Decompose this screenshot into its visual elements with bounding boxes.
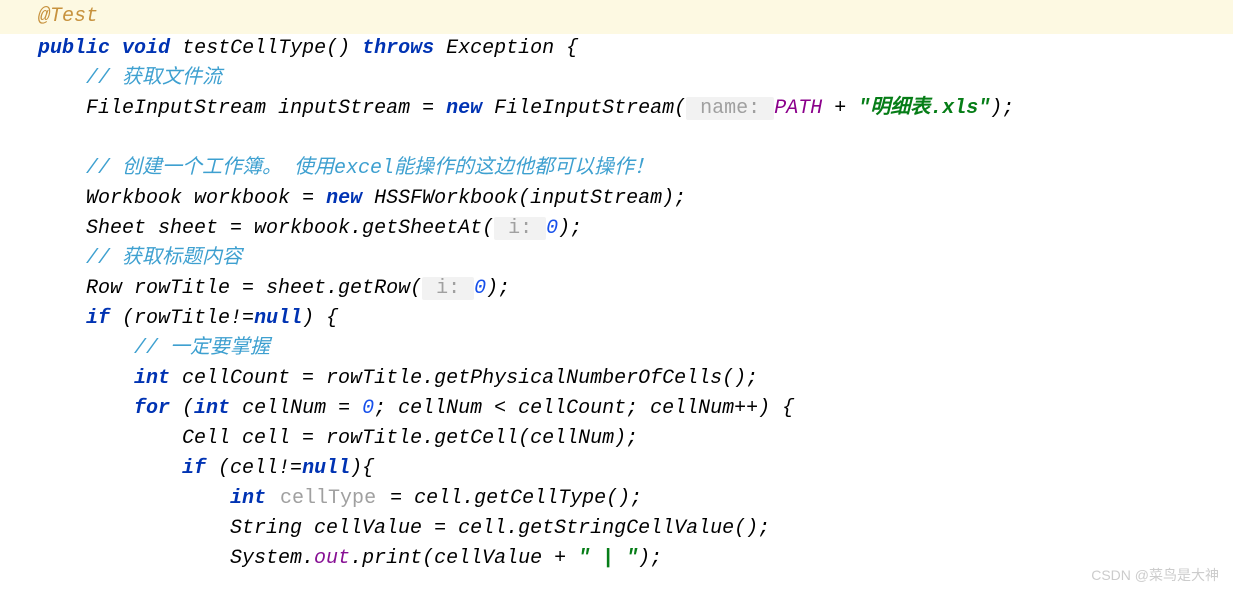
if-cell-line: if (cell!=null){	[38, 454, 1233, 484]
test-annotation: @Test	[38, 5, 98, 28]
code-block: public void testCellType() throws Except…	[0, 34, 1233, 574]
sheet-line: Sheet sheet = workbook.getSheetAt( i: 0)…	[38, 214, 1233, 244]
csdn-watermark: CSDN @菜鸟是大神	[1091, 565, 1219, 586]
annotation-line: @Test	[0, 0, 1233, 34]
cell-decl-line: Cell cell = rowTitle.getCell(cellNum);	[38, 424, 1233, 454]
print-line: System.out.print(cellValue + " | ");	[38, 544, 1233, 574]
if-rowtitle: if (rowTitle!=null) {	[38, 304, 1233, 334]
blank-line	[38, 124, 1233, 154]
param-hint-i1: i:	[494, 217, 546, 240]
comment-getfile: // 获取文件流	[38, 64, 1233, 94]
param-hint-i2: i:	[422, 277, 474, 300]
celltype-line: int cellType = cell.getCellType();	[38, 484, 1233, 514]
comment-workbook: // 创建一个工作簿。 使用excel能操作的这边他都可以操作！	[38, 154, 1233, 184]
workbook-line: Workbook workbook = new HSSFWorkbook(inp…	[38, 184, 1233, 214]
cellcount-line: int cellCount = rowTitle.getPhysicalNumb…	[38, 364, 1233, 394]
comment-title: // 获取标题内容	[38, 244, 1233, 274]
method-signature: public void testCellType() throws Except…	[38, 34, 1233, 64]
for-line: for (int cellNum = 0; cellNum < cellCoun…	[38, 394, 1233, 424]
fileinputstream-line: FileInputStream inputStream = new FileIn…	[38, 94, 1233, 124]
rowtitle-line: Row rowTitle = sheet.getRow( i: 0);	[38, 274, 1233, 304]
param-hint-name: name:	[686, 97, 774, 120]
comment-must: // 一定要掌握	[38, 334, 1233, 364]
cellvalue-line: String cellValue = cell.getStringCellVal…	[38, 514, 1233, 544]
